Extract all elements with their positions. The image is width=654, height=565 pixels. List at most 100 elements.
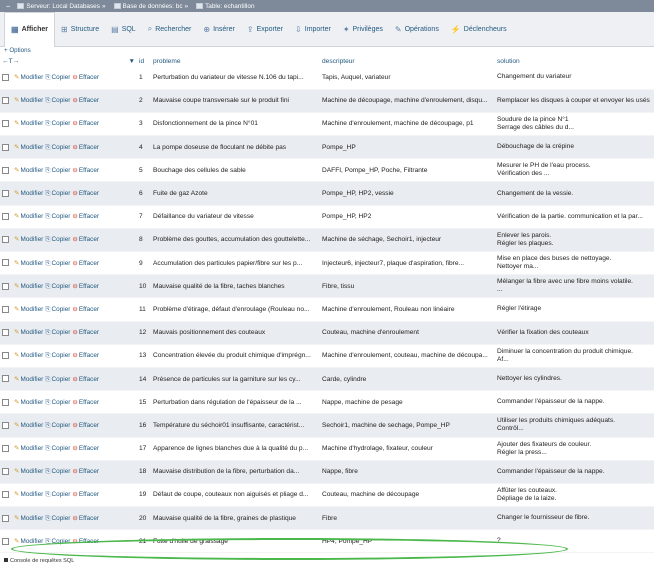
- delete-link[interactable]: Effacer: [79, 399, 99, 406]
- copy-link[interactable]: Copier: [52, 491, 71, 498]
- delete-link[interactable]: Effacer: [79, 144, 99, 151]
- tab-operations[interactable]: ✎ Opérations: [389, 12, 445, 47]
- copy-icon[interactable]: ⎘: [45, 376, 50, 383]
- pencil-icon[interactable]: ✎: [14, 515, 20, 522]
- copy-icon[interactable]: ⎘: [45, 515, 50, 522]
- copy-link[interactable]: Copier: [52, 283, 71, 290]
- edit-link[interactable]: Modifier: [21, 352, 44, 359]
- copy-link[interactable]: Copier: [52, 213, 71, 220]
- delete-link[interactable]: Effacer: [79, 422, 99, 429]
- edit-link[interactable]: Modifier: [21, 445, 44, 452]
- copy-link[interactable]: Copier: [52, 329, 71, 336]
- pencil-icon[interactable]: ✎: [14, 97, 20, 104]
- copy-link[interactable]: Copier: [52, 236, 71, 243]
- breadcrumb-server[interactable]: Serveur: Local Databases: [26, 3, 100, 10]
- delete-link[interactable]: Effacer: [79, 167, 99, 174]
- edit-link[interactable]: Modifier: [21, 190, 44, 197]
- row-checkbox[interactable]: [2, 97, 9, 105]
- row-checkbox[interactable]: [2, 73, 9, 81]
- row-checkbox[interactable]: [2, 305, 9, 313]
- tab-exporter[interactable]: ⇪ Exporter: [241, 12, 289, 47]
- pencil-icon[interactable]: ✎: [14, 376, 20, 383]
- delete-icon[interactable]: ⊖: [72, 213, 78, 220]
- copy-icon[interactable]: ⎘: [45, 97, 50, 104]
- row-checkbox[interactable]: [2, 398, 9, 406]
- breadcrumb-table[interactable]: Table: echantillon: [205, 3, 254, 10]
- copy-icon[interactable]: ⎘: [45, 422, 50, 429]
- expand-icon[interactable]: ⇔: [5, 3, 11, 10]
- copy-icon[interactable]: ⎘: [45, 260, 50, 267]
- pencil-icon[interactable]: ✎: [14, 120, 20, 127]
- tab-structure[interactable]: ⊞ Structure: [55, 12, 105, 47]
- row-checkbox[interactable]: [2, 282, 9, 290]
- delete-icon[interactable]: ⊖: [72, 74, 78, 81]
- pencil-icon[interactable]: ✎: [14, 538, 20, 545]
- copy-link[interactable]: Copier: [52, 399, 71, 406]
- edit-link[interactable]: Modifier: [21, 399, 44, 406]
- column-arrows[interactable]: ←T→: [2, 58, 19, 65]
- copy-link[interactable]: Copier: [52, 538, 71, 545]
- row-checkbox[interactable]: [2, 444, 9, 452]
- edit-link[interactable]: Modifier: [21, 422, 44, 429]
- options-link[interactable]: + Options: [4, 47, 31, 54]
- edit-link[interactable]: Modifier: [21, 120, 44, 127]
- row-checkbox[interactable]: [2, 236, 9, 244]
- copy-icon[interactable]: ⎘: [45, 491, 50, 498]
- copy-link[interactable]: Copier: [52, 260, 71, 267]
- delete-link[interactable]: Effacer: [79, 120, 99, 127]
- edit-link[interactable]: Modifier: [21, 167, 44, 174]
- edit-link[interactable]: Modifier: [21, 376, 44, 383]
- delete-icon[interactable]: ⊖: [72, 515, 78, 522]
- delete-link[interactable]: Effacer: [79, 306, 99, 313]
- breadcrumb-database[interactable]: Base de données: bc: [123, 3, 183, 10]
- edit-link[interactable]: Modifier: [21, 144, 44, 151]
- delete-icon[interactable]: ⊖: [72, 376, 78, 383]
- delete-link[interactable]: Effacer: [79, 97, 99, 104]
- pencil-icon[interactable]: ✎: [14, 468, 20, 475]
- copy-icon[interactable]: ⎘: [45, 167, 50, 174]
- delete-link[interactable]: Effacer: [79, 236, 99, 243]
- delete-icon[interactable]: ⊖: [72, 399, 78, 406]
- tab-privileges[interactable]: ✦ Privilèges: [337, 12, 389, 47]
- delete-icon[interactable]: ⊖: [72, 352, 78, 359]
- delete-link[interactable]: Effacer: [79, 260, 99, 267]
- copy-icon[interactable]: ⎘: [45, 74, 50, 81]
- delete-link[interactable]: Effacer: [79, 190, 99, 197]
- edit-link[interactable]: Modifier: [21, 468, 44, 475]
- delete-link[interactable]: Effacer: [79, 74, 99, 81]
- edit-link[interactable]: Modifier: [21, 74, 44, 81]
- row-checkbox[interactable]: [2, 375, 9, 383]
- delete-icon[interactable]: ⊖: [72, 468, 78, 475]
- column-header-solution[interactable]: solution: [495, 57, 654, 66]
- row-checkbox[interactable]: [2, 166, 9, 174]
- delete-link[interactable]: Effacer: [79, 491, 99, 498]
- delete-link[interactable]: Effacer: [79, 538, 99, 545]
- delete-icon[interactable]: ⊖: [72, 260, 78, 267]
- row-checkbox[interactable]: [2, 329, 9, 337]
- delete-icon[interactable]: ⊖: [72, 144, 78, 151]
- column-arrows-header[interactable]: ←T→ ▼: [0, 57, 137, 66]
- tab-rechercher[interactable]: ⌕ Rechercher: [142, 12, 198, 47]
- delete-icon[interactable]: ⊖: [72, 422, 78, 429]
- column-header-id[interactable]: id: [137, 57, 151, 66]
- pencil-icon[interactable]: ✎: [14, 213, 20, 220]
- delete-link[interactable]: Effacer: [79, 468, 99, 475]
- copy-icon[interactable]: ⎘: [45, 399, 50, 406]
- copy-link[interactable]: Copier: [52, 120, 71, 127]
- edit-link[interactable]: Modifier: [21, 260, 44, 267]
- copy-link[interactable]: Copier: [52, 468, 71, 475]
- sql-console[interactable]: Console de requêtes SQL: [4, 558, 74, 565]
- delete-icon[interactable]: ⊖: [72, 97, 78, 104]
- copy-icon[interactable]: ⎘: [45, 538, 50, 545]
- row-checkbox[interactable]: [2, 514, 9, 522]
- delete-icon[interactable]: ⊖: [72, 190, 78, 197]
- copy-icon[interactable]: ⎘: [45, 306, 50, 313]
- delete-link[interactable]: Effacer: [79, 352, 99, 359]
- tab-afficher[interactable]: ▦ Afficher: [4, 11, 56, 47]
- copy-link[interactable]: Copier: [52, 97, 71, 104]
- copy-icon[interactable]: ⎘: [45, 236, 50, 243]
- delete-icon[interactable]: ⊖: [72, 538, 78, 545]
- pencil-icon[interactable]: ✎: [14, 236, 20, 243]
- pencil-icon[interactable]: ✎: [14, 144, 20, 151]
- pencil-icon[interactable]: ✎: [14, 352, 20, 359]
